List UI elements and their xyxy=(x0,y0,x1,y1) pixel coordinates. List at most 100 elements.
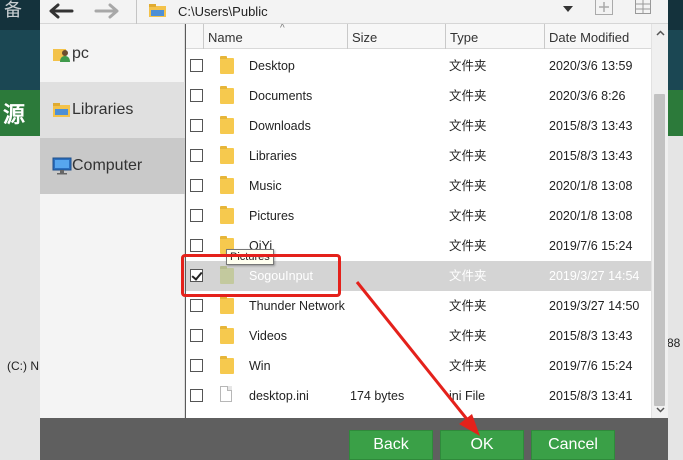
user-folder-icon xyxy=(52,45,72,63)
file-type: 文件夹 xyxy=(449,269,487,283)
dialog-toolbar: C:\Users\Public xyxy=(40,0,668,24)
file-date-modified: 2020/3/6 13:59 xyxy=(549,59,633,73)
caret-down-icon xyxy=(563,0,573,17)
background-edge-number: 88 xyxy=(667,336,681,350)
column-header-label: Name xyxy=(208,30,243,45)
folder-icon xyxy=(220,146,234,164)
libraries-icon xyxy=(52,101,72,119)
file-date-modified: 2015/8/3 13:43 xyxy=(549,329,633,343)
file-row[interactable]: Libraries 文件夹 2015/8/3 13:43 xyxy=(186,141,651,171)
row-checkbox[interactable] xyxy=(190,119,203,132)
file-row[interactable]: Pictures 文件夹 2020/1/8 13:08 xyxy=(186,201,651,231)
scroll-down-button[interactable] xyxy=(652,401,668,417)
new-folder-button[interactable] xyxy=(591,0,617,18)
file-type: 文件夹 xyxy=(449,299,487,313)
sidebar-item-libraries[interactable]: Libraries xyxy=(40,82,185,138)
file-row[interactable]: Videos 文件夹 2015/8/3 13:43 xyxy=(186,321,651,351)
file-list-header: ^ Name Size Type Date Modified xyxy=(186,24,651,49)
file-date-modified: 2020/1/8 13:08 xyxy=(549,179,633,193)
file-name: Desktop xyxy=(249,59,295,73)
file-name: Videos xyxy=(249,329,287,343)
file-type: 文件夹 xyxy=(449,209,487,223)
chevron-up-icon xyxy=(655,23,665,41)
file-icon xyxy=(220,386,232,402)
row-checkbox[interactable] xyxy=(190,299,203,312)
plus-icon xyxy=(595,0,613,20)
file-type: 文件夹 xyxy=(449,359,487,373)
row-checkbox[interactable] xyxy=(190,179,203,192)
background-app-banner-char: 源 xyxy=(3,103,26,128)
file-type: 文件夹 xyxy=(449,239,487,253)
sidebar-item-computer[interactable]: Computer xyxy=(40,138,185,194)
folder-icon xyxy=(220,56,234,74)
file-name: Libraries xyxy=(249,149,297,163)
ok-button[interactable]: OK xyxy=(440,430,524,460)
file-date-modified: 2020/1/8 13:08 xyxy=(549,209,633,223)
file-row[interactable]: Music 文件夹 2020/1/8 13:08 xyxy=(186,171,651,201)
file-row[interactable]: Desktop 文件夹 2020/3/6 13:59 xyxy=(186,51,651,81)
sidebar-item-label: Libraries xyxy=(72,101,134,118)
file-date-modified: 2019/3/27 14:50 xyxy=(549,299,640,313)
scroll-up-button[interactable] xyxy=(652,24,668,40)
file-date-modified: 2015/8/3 13:43 xyxy=(549,149,633,163)
file-chooser-dialog: C:\Users\Public pc Libraries Computer ^ … xyxy=(40,0,668,460)
column-header-label: Type xyxy=(450,30,479,45)
file-date-modified: 2020/3/6 8:26 xyxy=(549,89,626,103)
column-header-size[interactable]: Size xyxy=(348,24,446,49)
file-row[interactable]: desktop.ini 174 bytes ini File 2015/8/3 13:… xyxy=(186,381,651,411)
path-dropdown-button[interactable] xyxy=(558,0,578,16)
annotation-highlight-box xyxy=(181,254,341,297)
sidebar-item-label: pc xyxy=(72,45,89,62)
arrow-right-icon xyxy=(94,3,120,19)
forward-nav-button[interactable] xyxy=(88,0,126,22)
path-field[interactable]: C:\Users\Public xyxy=(148,0,578,22)
file-type: 文件夹 xyxy=(449,119,487,133)
row-checkbox[interactable] xyxy=(190,389,203,402)
file-list: ^ Name Size Type Date Modified Desktop 文件… xyxy=(186,24,651,418)
column-header-date-modified[interactable]: Date Modified xyxy=(545,24,651,49)
file-date-modified: 2019/7/6 15:24 xyxy=(549,239,633,253)
toolbar-divider xyxy=(136,0,137,24)
back-nav-button[interactable] xyxy=(42,0,80,22)
row-checkbox[interactable] xyxy=(190,59,203,72)
scrollbar-thumb[interactable] xyxy=(654,94,665,406)
sort-ascending-icon: ^ xyxy=(280,24,285,34)
file-date-modified: 2015/8/3 13:43 xyxy=(549,119,633,133)
row-checkbox[interactable] xyxy=(190,359,203,372)
row-checkbox[interactable] xyxy=(190,149,203,162)
file-type: 文件夹 xyxy=(449,149,487,163)
view-mode-button[interactable] xyxy=(630,0,656,18)
file-type: 文件夹 xyxy=(449,179,487,193)
row-checkbox[interactable] xyxy=(190,89,203,102)
file-type: 文件夹 xyxy=(449,59,487,73)
file-row[interactable]: Win 文件夹 2019/7/6 15:24 xyxy=(186,351,651,381)
arrow-left-icon xyxy=(48,3,74,19)
file-name: Win xyxy=(249,359,271,373)
grid-icon xyxy=(635,0,651,19)
chevron-down-icon xyxy=(655,400,665,418)
background-drive-label: (C:) N xyxy=(7,359,39,373)
sidebar-item-label: Computer xyxy=(72,157,143,174)
back-button[interactable]: Back xyxy=(349,430,433,460)
column-header-type[interactable]: Type xyxy=(446,24,545,49)
file-date-modified: 2015/8/3 13:41 xyxy=(549,389,633,403)
row-checkbox[interactable] xyxy=(190,209,203,222)
cancel-button[interactable]: Cancel xyxy=(531,430,615,460)
folder-icon xyxy=(220,296,234,314)
file-row[interactable]: Documents 文件夹 2020/3/6 8:26 xyxy=(186,81,651,111)
file-row[interactable]: Downloads 文件夹 2015/8/3 13:43 xyxy=(186,111,651,141)
file-name: Pictures xyxy=(249,209,295,223)
folder-icon xyxy=(220,116,234,134)
background-app-title-char: 备 xyxy=(4,0,22,21)
library-folder-icon xyxy=(148,2,170,20)
file-size: 174 bytes xyxy=(350,389,405,403)
dialog-footer: Back OK Cancel xyxy=(40,418,668,460)
row-checkbox[interactable] xyxy=(190,329,203,342)
folder-icon xyxy=(220,326,234,344)
column-header-label: Date Modified xyxy=(549,30,630,45)
file-name: Downloads xyxy=(249,119,311,133)
row-checkbox[interactable] xyxy=(190,239,203,252)
vertical-scrollbar[interactable] xyxy=(651,24,668,418)
sidebar-item-pc[interactable]: pc xyxy=(40,26,185,82)
column-header-name[interactable]: ^ Name xyxy=(204,24,348,49)
